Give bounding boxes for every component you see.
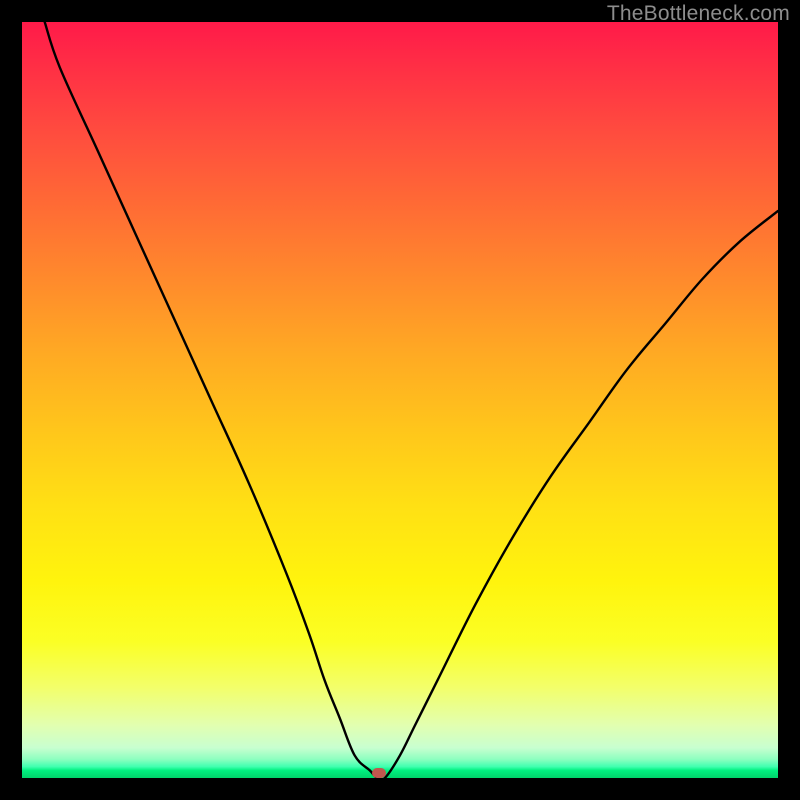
chart-frame: TheBottleneck.com xyxy=(0,0,800,800)
minimum-marker xyxy=(372,768,386,778)
plot-area xyxy=(22,22,778,778)
bottleneck-curve xyxy=(22,22,778,778)
watermark-text: TheBottleneck.com xyxy=(607,2,790,26)
